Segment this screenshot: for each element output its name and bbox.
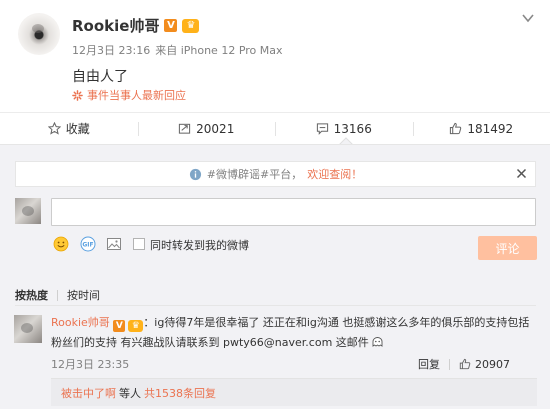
post-text: 自由人了 <box>72 69 128 85</box>
image-icon[interactable] <box>106 236 122 252</box>
comment-actions: 回复 20907 <box>418 356 510 372</box>
star-icon <box>47 122 61 135</box>
author-avatar[interactable] <box>18 13 60 55</box>
close-icon[interactable] <box>516 168 527 179</box>
comment-time: 12月3日 23:35 <box>51 358 130 371</box>
sub-reply-user[interactable]: 被击中了啊 <box>61 385 116 401</box>
action-bar: 收藏 20021 13166 181492 <box>0 112 550 144</box>
comment-verified-badge[interactable]: V <box>113 320 126 332</box>
like-button[interactable]: 181492 <box>412 113 550 144</box>
sub-reply-connector: 等人 <box>119 386 141 400</box>
info-icon <box>189 168 201 180</box>
sub-reply-summary: 被击中了啊 等人 共1538条回复 <box>51 378 537 406</box>
post-source: 来自 iPhone 12 Pro Max <box>155 44 283 57</box>
sparkle-icon <box>72 89 83 101</box>
comment-panel: #微博辟谣#平台， 欢迎查阅！ GIF 同时转发到我的微博 评论 按热度 按时间… <box>0 144 550 409</box>
author-line: Rookie帅哥 V ♛ <box>72 15 200 36</box>
comment-icon <box>316 123 328 135</box>
emoji-ghost-icon <box>372 337 383 347</box>
post-time[interactable]: 12月3日 23:16 <box>72 42 150 58</box>
sub-reply-count-link[interactable]: 共1538条回复 <box>144 385 216 401</box>
chevron-down-icon[interactable] <box>522 13 534 23</box>
submit-comment-button[interactable]: 评论 <box>478 236 537 260</box>
comment-action-divider <box>449 358 450 370</box>
tab-sort-hot[interactable]: 按热度 <box>15 287 48 303</box>
comment-member-badge[interactable]: ♛ <box>128 320 144 332</box>
verified-badge[interactable]: V <box>164 19 178 32</box>
repost-button[interactable]: 20021 <box>137 113 276 144</box>
author-name[interactable]: Rookie帅哥 <box>72 15 159 36</box>
repost-count: 20021 <box>196 121 235 136</box>
event-link-label: 事件当事人最新回应 <box>87 89 186 102</box>
reply-button[interactable]: 回复 <box>418 356 440 372</box>
like-count: 181492 <box>467 121 514 136</box>
comment-avatar[interactable] <box>14 315 42 343</box>
comment-like-button[interactable]: 20907 <box>459 358 510 371</box>
tab-sort-time[interactable]: 按时间 <box>67 287 100 303</box>
comment-author[interactable]: Rookie帅哥 <box>51 316 110 329</box>
member-badge[interactable]: ♛ <box>182 18 200 33</box>
notice-topic-link[interactable]: #微博辟谣#平台， <box>207 166 302 182</box>
my-avatar <box>15 198 41 224</box>
sort-tabs: 按热度 按时间 <box>15 287 100 303</box>
sort-divider <box>57 289 58 301</box>
favorite-button[interactable]: 收藏 <box>0 113 138 144</box>
notice-link[interactable]: 欢迎查阅！ <box>307 166 362 182</box>
comment-like-icon <box>459 358 471 370</box>
repost-checkbox[interactable] <box>133 238 145 250</box>
like-icon <box>450 122 462 135</box>
sort-divider-line <box>15 305 536 306</box>
event-link[interactable]: 事件当事人最新回应 <box>72 87 186 103</box>
post-meta: 12月3日 23:16 来自 iPhone 12 Pro Max <box>72 42 283 58</box>
comment-input[interactable] <box>51 198 536 226</box>
repost-checkbox-label[interactable]: 同时转发到我的微博 <box>150 237 249 253</box>
comment-count: 13166 <box>333 121 372 136</box>
rumor-notice: #微博辟谣#平台， 欢迎查阅！ <box>15 161 536 187</box>
comment-like-count: 20907 <box>475 357 510 371</box>
repost-icon <box>179 123 191 134</box>
emoji-icon[interactable] <box>53 236 69 252</box>
comment-badges: V ♛ <box>113 320 144 332</box>
comment-body: Rookie帅哥 V ♛ ：ig待得7年是很幸福了 还正在和ig沟通 也挺感谢这… <box>51 313 537 353</box>
svg-text:GIF: GIF <box>82 241 93 248</box>
favorite-label: 收藏 <box>65 122 90 136</box>
gif-icon[interactable]: GIF <box>80 236 96 252</box>
